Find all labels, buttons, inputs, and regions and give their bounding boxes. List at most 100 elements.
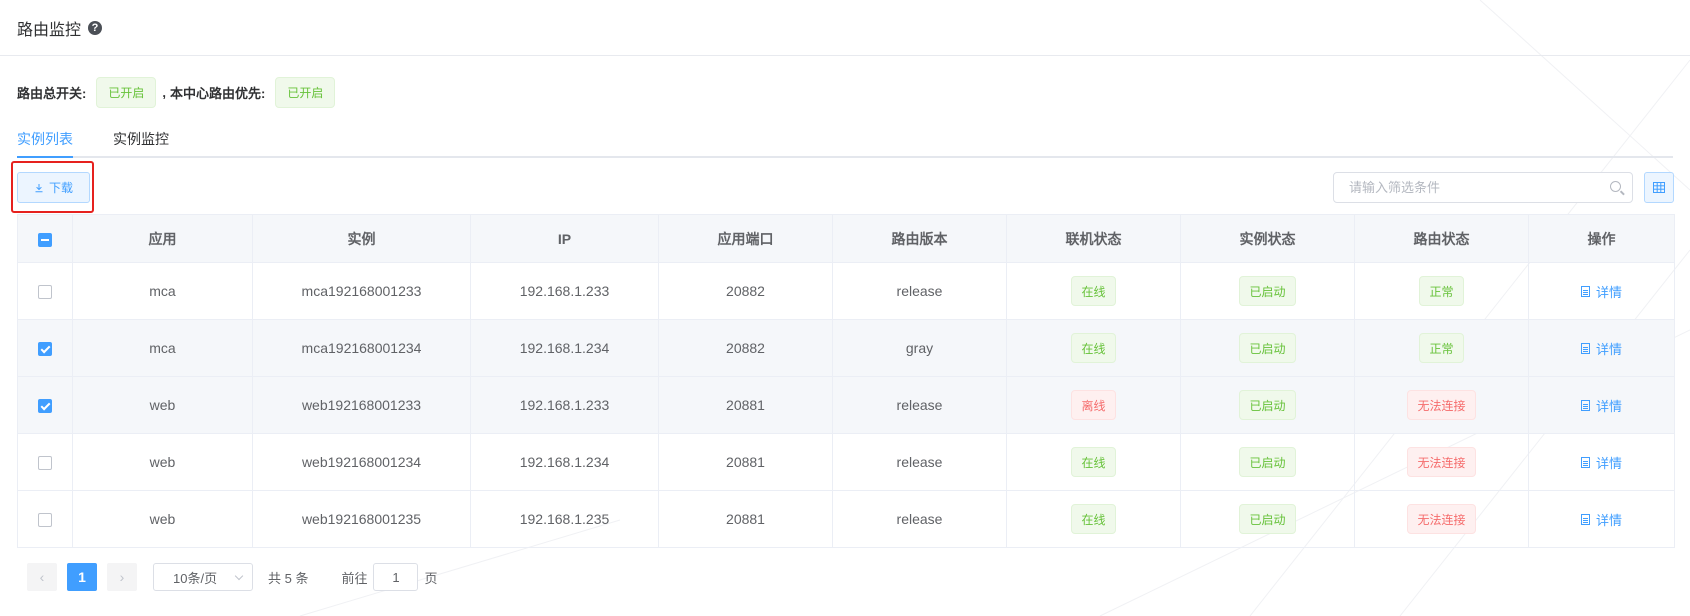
cell-app: web — [72, 376, 253, 434]
row-checkbox[interactable] — [38, 456, 52, 471]
page-size-select[interactable]: 10条/页 — [153, 563, 253, 591]
cell-instance: web192168001233 — [252, 376, 471, 434]
detail-link[interactable]: 详情 — [1580, 339, 1622, 358]
cell-actions: 详情 — [1528, 319, 1675, 377]
page-number-1[interactable]: 1 — [67, 563, 97, 591]
table-row: web web192168001234 192.168.1.234 20881 rele… — [17, 433, 1675, 491]
header-route-version: 路由版本 — [832, 214, 1007, 263]
cell-port: 20881 — [658, 433, 833, 491]
center-priority-label: 本中心路由优先: — [169, 86, 266, 101]
cell-ip: 192.168.1.234 — [470, 433, 659, 491]
column-toggle-button[interactable] — [1644, 172, 1674, 203]
tab-instance-list[interactable]: 实例列表 — [17, 126, 73, 158]
cell-route-status: 无法连接 — [1354, 376, 1529, 434]
cell-instance: mca192168001234 — [252, 319, 471, 377]
instance-status-tag: 已启动 — [1239, 333, 1296, 363]
header-port: 应用端口 — [658, 214, 833, 263]
cell-online-status: 在线 — [1006, 319, 1181, 377]
download-button[interactable]: 下载 — [17, 172, 90, 203]
route-switches: 路由总开关: 已开启 , 本中心路由优先: 已开启 — [17, 77, 336, 108]
online-status-tag: 在线 — [1071, 333, 1116, 363]
route-status-tag: 无法连接 — [1407, 447, 1476, 477]
prev-page-button[interactable]: ‹ — [27, 563, 57, 591]
cell-actions: 详情 — [1528, 376, 1675, 434]
master-switch-status: 已开启 — [96, 77, 157, 108]
header-instance: 实例 — [252, 214, 471, 263]
cell-app: web — [72, 433, 253, 491]
table-row: mca mca192168001234 192.168.1.234 20882 gray… — [17, 319, 1675, 377]
search-icon[interactable] — [1610, 181, 1621, 192]
cell-instance-status: 已启动 — [1180, 262, 1355, 320]
detail-link[interactable]: 详情 — [1580, 453, 1622, 472]
document-icon — [1580, 399, 1590, 411]
cell-ip: 192.168.1.233 — [470, 262, 659, 320]
cell-port: 20881 — [658, 490, 833, 548]
instance-status-tag: 已启动 — [1239, 504, 1296, 534]
cell-ip: 192.168.1.235 — [470, 490, 659, 548]
row-checkbox[interactable] — [38, 342, 52, 357]
detail-link[interactable]: 详情 — [1580, 510, 1622, 529]
select-all-checkbox[interactable] — [38, 232, 52, 247]
cell-actions: 详情 — [1528, 262, 1675, 320]
header-instance-status: 实例状态 — [1180, 214, 1355, 263]
cell-route-version: release — [832, 376, 1007, 434]
cell-app: mca — [72, 319, 253, 377]
online-status-tag: 离线 — [1071, 390, 1116, 420]
master-switch-label: 路由总开关: — [17, 86, 87, 101]
detail-label: 详情 — [1595, 455, 1622, 471]
tab-bar: 实例列表 实例监控 — [17, 126, 1673, 158]
cell-route-status: 正常 — [1354, 262, 1529, 320]
center-priority-status: 已开启 — [275, 77, 336, 108]
detail-link[interactable]: 详情 — [1580, 282, 1622, 301]
cell-actions: 详情 — [1528, 490, 1675, 548]
detail-link[interactable]: 详情 — [1580, 396, 1622, 415]
row-select-cell[interactable] — [17, 262, 73, 320]
cell-online-status: 在线 — [1006, 262, 1181, 320]
cell-instance-status: 已启动 — [1180, 319, 1355, 377]
cell-port: 20881 — [658, 376, 833, 434]
cell-route-status: 无法连接 — [1354, 490, 1529, 548]
goto-prefix: 前往 — [341, 570, 368, 586]
row-checkbox[interactable] — [38, 513, 52, 528]
detail-label: 详情 — [1595, 398, 1622, 414]
page-title: 路由监控 — [17, 21, 82, 39]
total-count: 共 5 条 — [268, 570, 309, 586]
cell-instance-status: 已启动 — [1180, 490, 1355, 548]
goto-suffix: 页 — [424, 570, 438, 586]
header-ip: IP — [470, 214, 659, 263]
switch-separator: , — [162, 85, 166, 100]
download-label: 下载 — [48, 181, 73, 195]
cell-instance-status: 已启动 — [1180, 376, 1355, 434]
table-columns-icon — [1653, 182, 1665, 193]
row-select-cell[interactable] — [17, 433, 73, 491]
cell-instance: web192168001234 — [252, 433, 471, 491]
filter-box — [1333, 172, 1633, 203]
row-select-cell[interactable] — [17, 319, 73, 377]
detail-label: 详情 — [1595, 341, 1622, 357]
route-status-tag: 正常 — [1419, 276, 1464, 306]
cell-route-status: 无法连接 — [1354, 433, 1529, 491]
table-header-row: 应用 实例 IP 应用端口 路由版本 联机状态 实例状态 路由状态 操作 — [17, 214, 1675, 263]
instance-status-tag: 已启动 — [1239, 276, 1296, 306]
table-row: web web192168001233 192.168.1.233 20881 rele… — [17, 376, 1675, 434]
row-select-cell[interactable] — [17, 376, 73, 434]
route-status-tag: 无法连接 — [1407, 390, 1476, 420]
next-page-button[interactable]: › — [107, 563, 137, 591]
cell-route-version: release — [832, 262, 1007, 320]
row-checkbox[interactable] — [38, 399, 52, 414]
table-row: mca mca192168001233 192.168.1.233 20882 rele… — [17, 262, 1675, 320]
cell-app: web — [72, 490, 253, 548]
question-circle-icon[interactable]: ? — [88, 21, 103, 35]
tab-instance-monitor[interactable]: 实例监控 — [113, 126, 169, 158]
instance-status-tag: 已启动 — [1239, 390, 1296, 420]
header-select-all[interactable] — [17, 214, 73, 263]
table-row: web web192168001235 192.168.1.235 20881 rele… — [17, 490, 1675, 548]
row-select-cell[interactable] — [17, 490, 73, 548]
row-checkbox[interactable] — [38, 285, 52, 300]
goto-page-input[interactable] — [373, 563, 419, 591]
header-online-status: 联机状态 — [1006, 214, 1181, 263]
filter-input[interactable] — [1334, 173, 1594, 202]
download-icon — [35, 183, 43, 192]
detail-label: 详情 — [1595, 512, 1622, 528]
chevron-down-icon — [234, 571, 244, 580]
